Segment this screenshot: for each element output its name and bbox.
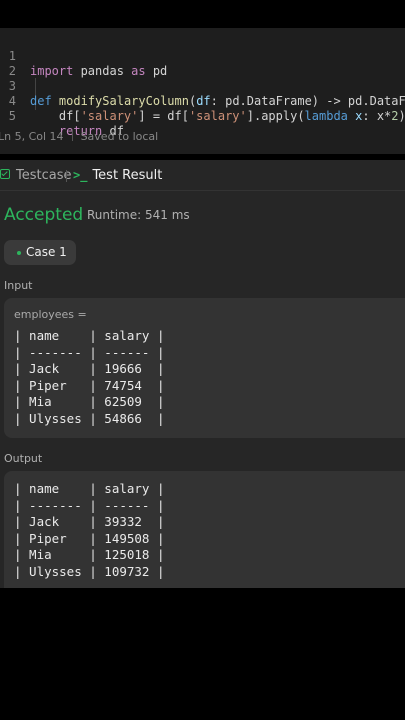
code-line-3[interactable]: 3 def modifySalaryColumn(df: pd.DataFram… — [0, 64, 405, 108]
status-divider — [71, 130, 73, 141]
table-row: | Piper | 149508 | — [14, 530, 165, 546]
input-label: Input — [4, 279, 33, 292]
terminal-icon: >_ — [73, 168, 88, 182]
table-row: | Mia | 125018 | — [14, 547, 165, 563]
input-box: employees = | name | salary | | ------- … — [4, 298, 405, 438]
runtime-info: Runtime: 541 ms — [87, 208, 190, 222]
table-row: | name | salary | — [14, 481, 165, 496]
output-label: Output — [4, 452, 43, 465]
line-number: 5 — [8, 109, 16, 123]
code-line-5[interactable]: 5 return df — [0, 94, 405, 138]
verdict-status: Accepted — [4, 205, 84, 225]
tab-testcase[interactable]: Testcase — [0, 168, 72, 183]
tab-test-result[interactable]: >_ Test Result — [73, 168, 162, 183]
panel-tab-bar: Testcase >_ Test Result — [0, 160, 405, 191]
status-dot-icon — [17, 251, 21, 255]
table-row: | name | salary | — [14, 328, 165, 343]
table-row: | ------- | ------ | — [14, 344, 165, 360]
tab-test-result-label: Test Result — [92, 168, 163, 183]
tab-testcase-label: Testcase — [16, 168, 72, 183]
check-icon — [0, 169, 10, 179]
table-row: | Mia | 62509 | — [14, 394, 165, 410]
case-label: Case 1 — [26, 245, 67, 259]
code-editor[interactable]: 1 import pandas as pd 2 3 def modifySala… — [0, 28, 405, 154]
editor-status-bar: Ln 5, Col 14 Saved to local — [0, 130, 158, 143]
table-row: | Ulysses | 109732 | — [14, 564, 165, 579]
table-row: | Jack | 19666 | — [14, 361, 165, 377]
code-line-1[interactable]: 1 import pandas as pd — [0, 34, 405, 78]
save-status: Saved to local — [80, 130, 159, 143]
table-row: | ------- | ------ | — [14, 497, 165, 513]
table-row: | Piper | 74754 | — [14, 377, 165, 393]
tab-divider — [66, 170, 67, 182]
code-line-2[interactable]: 2 — [0, 49, 405, 78]
case-1-button[interactable]: Case 1 — [4, 240, 76, 265]
cursor-position: Ln 5, Col 14 — [0, 130, 64, 143]
table-row: | Ulysses | 54866 | — [14, 411, 165, 426]
input-variable-name: employees = — [14, 308, 87, 321]
result-panel: Testcase >_ Test Result Accepted Runtime:… — [0, 160, 405, 588]
output-box: | name | salary | | ------- | ------ | |… — [4, 471, 405, 588]
code-line-4[interactable]: 4 df['salary'] = df['salary'].apply(lamb… — [0, 79, 405, 123]
table-row: | Jack | 39332 | — [14, 514, 165, 530]
